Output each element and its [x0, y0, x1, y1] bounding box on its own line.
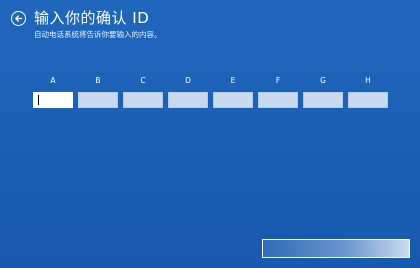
text-caret	[38, 95, 39, 105]
id-field-d[interactable]	[168, 92, 208, 108]
field-label-e: E	[230, 76, 236, 85]
field-label-c: C	[140, 76, 146, 85]
id-field-h[interactable]	[348, 92, 388, 108]
next-button[interactable]	[262, 239, 410, 258]
id-field-c[interactable]	[123, 92, 163, 108]
id-field-g[interactable]	[303, 92, 343, 108]
page-title: 输入你的确认 ID	[34, 9, 150, 27]
back-arrow-icon	[15, 15, 23, 22]
field-label-f: F	[275, 76, 281, 85]
activation-screen: 输入你的确认 ID 自动电话系统将告诉你要输入的内容。 A B C D E F …	[0, 0, 420, 268]
back-button[interactable]	[11, 11, 26, 26]
id-field-a[interactable]	[33, 92, 73, 108]
subtitle: 自动电话系统将告诉你要输入的内容。	[34, 30, 162, 39]
field-label-d: D	[185, 76, 191, 85]
id-field-f[interactable]	[258, 92, 298, 108]
field-label-h: H	[365, 76, 371, 85]
field-label-g: G	[320, 76, 326, 85]
id-field-b[interactable]	[78, 92, 118, 108]
field-label-a: A	[50, 76, 56, 85]
field-label-b: B	[95, 76, 101, 85]
id-field-e[interactable]	[213, 92, 253, 108]
